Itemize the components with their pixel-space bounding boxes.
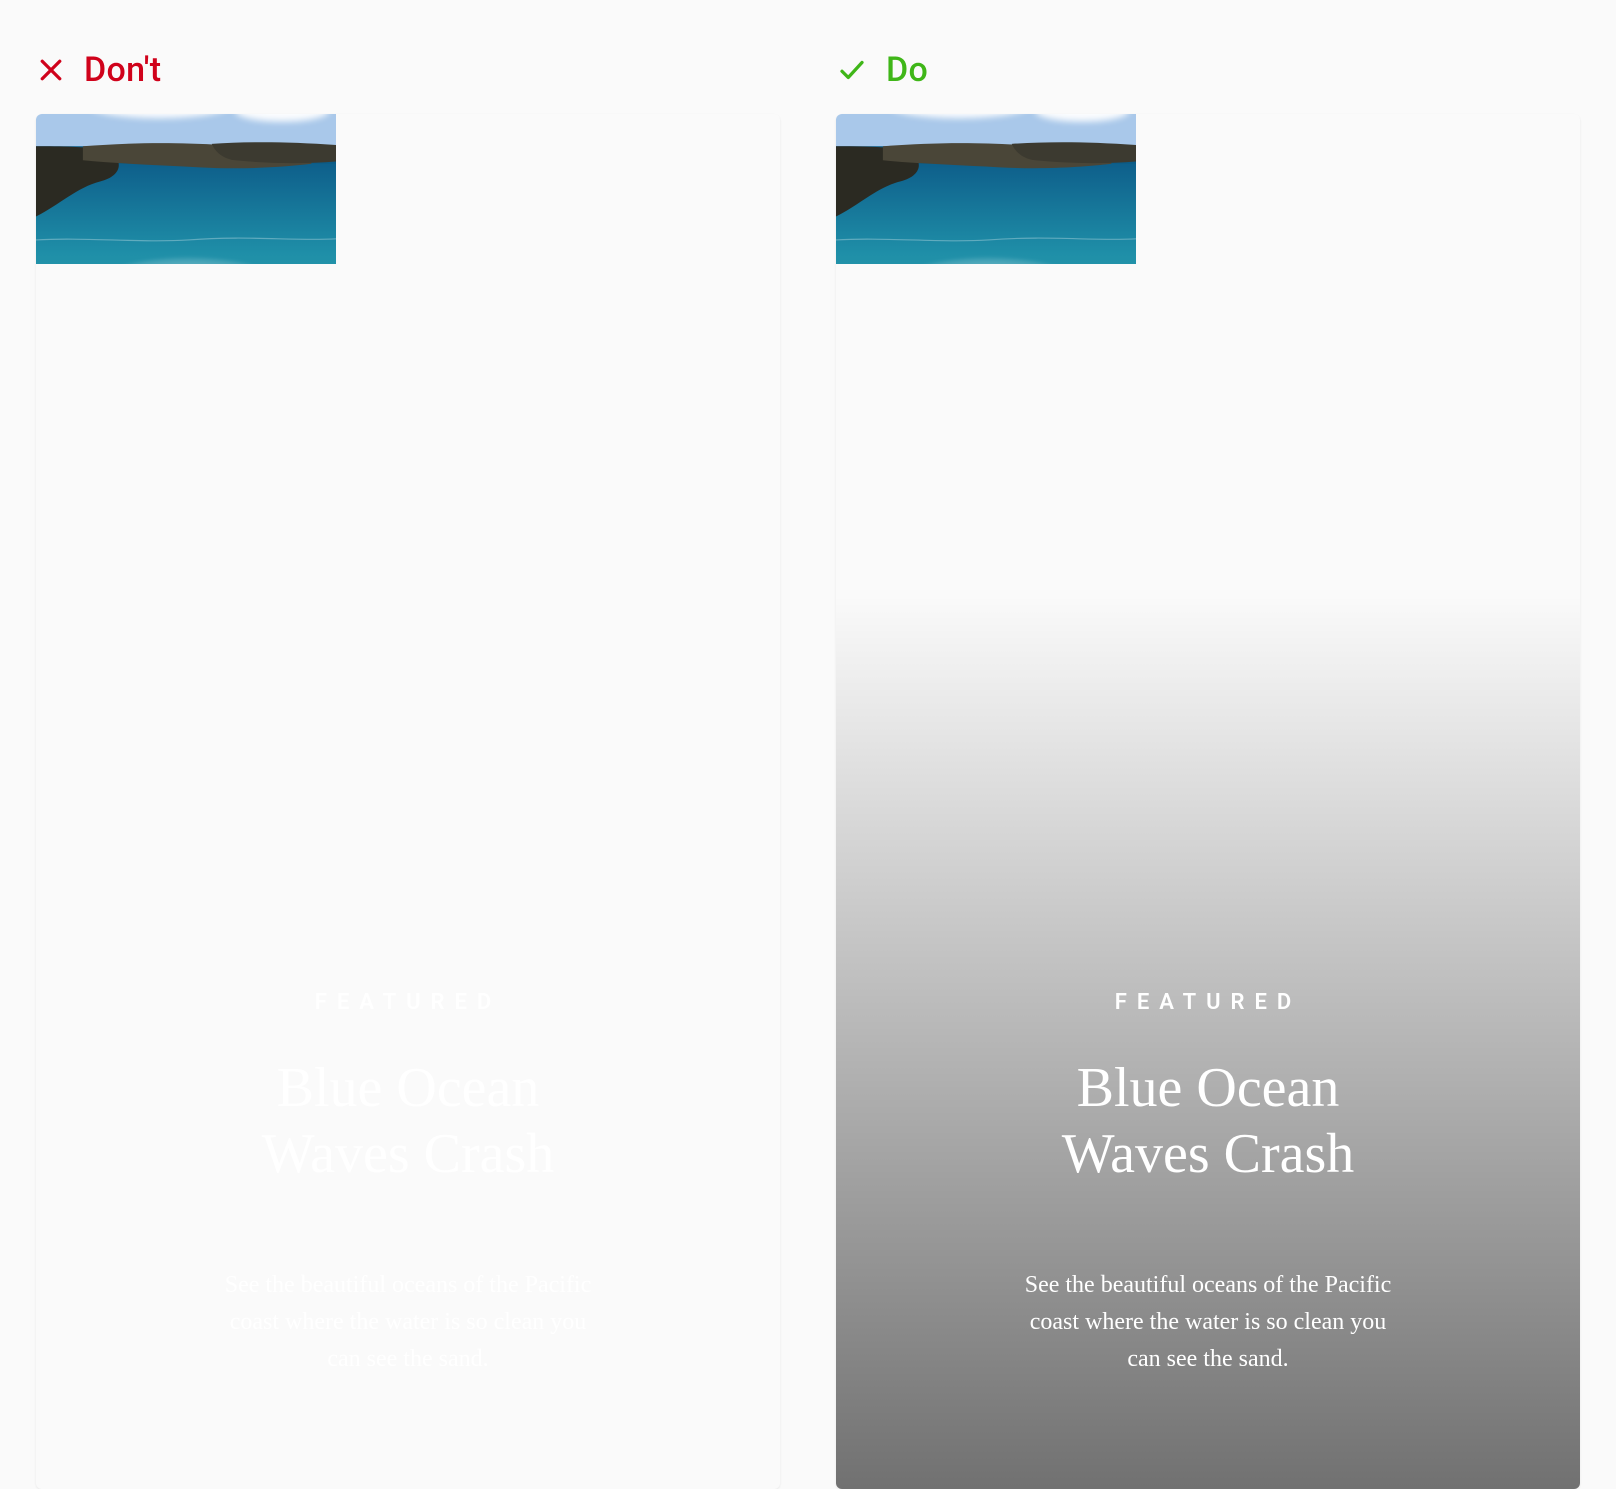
card-image (36, 114, 336, 264)
x-icon (36, 55, 66, 85)
card-description: See the beautiful oceans of the Pacific … (218, 1267, 598, 1379)
do-label-text: Do (886, 50, 928, 90)
do-column: Do FEATURED Blue Ocean Waves Crash See t… (836, 36, 1580, 1489)
dont-column: Don't FEATURED Blue Ocean Waves Crash Se… (36, 36, 780, 1489)
do-card: FEATURED Blue Ocean Waves Crash See the … (836, 114, 1580, 1489)
card-description: See the beautiful oceans of the Pacific … (1018, 1267, 1398, 1379)
card-eyebrow: FEATURED (315, 990, 502, 1015)
card-image (836, 114, 1136, 264)
dont-card: FEATURED Blue Ocean Waves Crash See the … (36, 114, 780, 1489)
check-icon (836, 55, 868, 85)
card-title: Blue Ocean Waves Crash (998, 1055, 1418, 1187)
do-label: Do (836, 36, 1580, 104)
card-eyebrow: FEATURED (1115, 990, 1302, 1015)
card-content: FEATURED Blue Ocean Waves Crash See the … (36, 930, 780, 1489)
comparison-row: Don't FEATURED Blue Ocean Waves Crash Se… (36, 36, 1580, 1489)
card-content: FEATURED Blue Ocean Waves Crash See the … (836, 930, 1580, 1489)
card-title: Blue Ocean Waves Crash (198, 1055, 618, 1187)
dont-label: Don't (36, 36, 780, 104)
dont-label-text: Don't (84, 50, 161, 90)
